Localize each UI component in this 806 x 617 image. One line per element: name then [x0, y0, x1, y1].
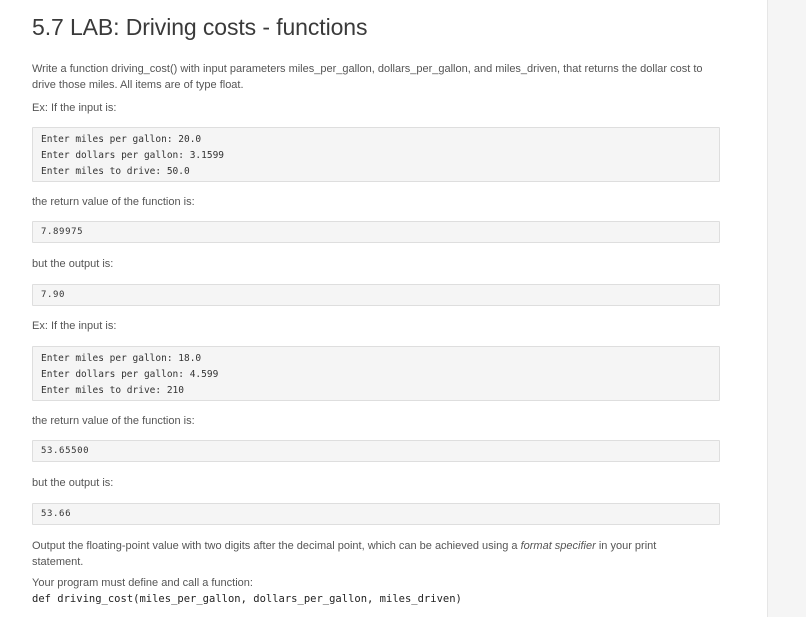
example-1-return-value: 7.89975 [41, 227, 84, 237]
page-title: 5.7 LAB: Driving costs - functions [32, 14, 368, 40]
must-define-text: Your program must define and call a func… [32, 577, 253, 589]
format-note-paragraph: Output the floating-point value with two… [32, 539, 722, 570]
intro-line-2: drive those miles. All items are of type… [32, 78, 244, 91]
example-2-input-line: Enter miles per gallon: 18.0 [41, 353, 202, 364]
format-note-text-end: in your print [595, 540, 657, 552]
example-2-return-value: 53.65500 [41, 446, 90, 456]
example-2-return-label: the return value of the function is: [32, 415, 195, 427]
example-2-output-box: 53.66 [32, 503, 720, 525]
example-2-input-box: Enter miles per gallon: 18.0 Enter dolla… [32, 346, 720, 401]
right-side-panel [767, 0, 806, 617]
format-note-line-1: Output the floating-point value with two… [32, 539, 722, 555]
example-1-return-label: the return value of the function is: [32, 196, 195, 208]
example-1-output-value: 7.90 [41, 290, 66, 300]
example-2-output-label: but the output is: [32, 477, 114, 489]
example-2-return-box: 53.65500 [32, 440, 720, 462]
example-2-label: Ex: If the input is: [32, 320, 117, 332]
example-1-output-label: but the output is: [32, 258, 114, 270]
intro-paragraph: Write a function driving_cost() with inp… [32, 62, 722, 93]
format-note-line-2: statement. [32, 555, 84, 568]
function-signature: def driving_cost(miles_per_gallon, dolla… [32, 593, 462, 605]
example-2-output-value: 53.66 [41, 509, 72, 519]
example-2-input-line: Enter dollars per gallon: 4.599 [41, 369, 219, 380]
format-specifier-term: format specifier [520, 540, 596, 552]
format-note-text: Output the floating-point value with two… [32, 540, 521, 552]
example-1-output-box: 7.90 [32, 284, 720, 306]
example-1-input-line: Enter miles per gallon: 20.0 [41, 134, 202, 145]
example-1-return-box: 7.89975 [32, 221, 720, 243]
intro-line-1: Write a function driving_cost() with inp… [32, 63, 703, 75]
example-2-input-line: Enter miles to drive: 210 [41, 385, 184, 396]
example-1-input-box: Enter miles per gallon: 20.0 Enter dolla… [32, 127, 720, 182]
example-1-input-line: Enter dollars per gallon: 3.1599 [41, 150, 225, 161]
example-1-input-line: Enter miles to drive: 50.0 [41, 166, 190, 177]
example-1-label: Ex: If the input is: [32, 102, 117, 114]
